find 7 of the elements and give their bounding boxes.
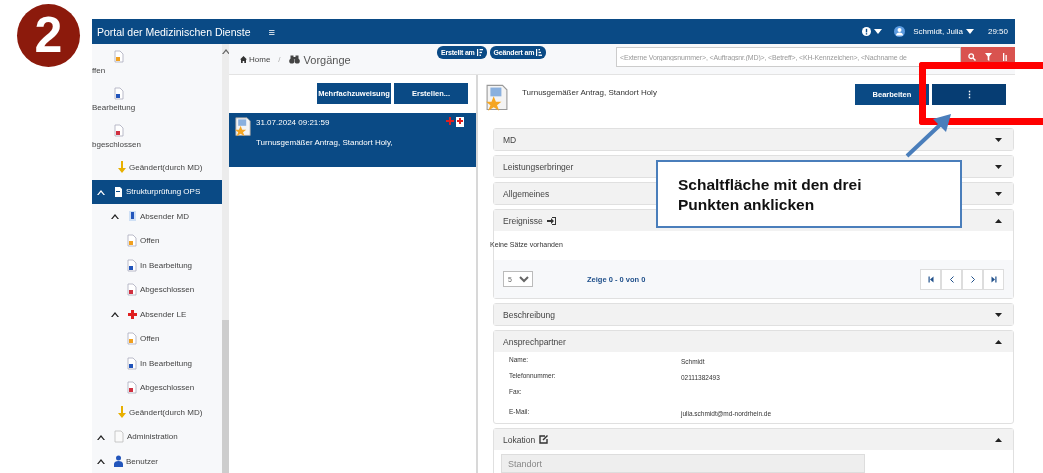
- callout-tooltip: Schaltfläche mit den drei Punkten anklicken: [656, 160, 962, 228]
- case-title: Turnusgemäßer Antrag, Standort Holy: [522, 87, 658, 99]
- breadcrumb-separator: /: [278, 55, 281, 64]
- page-title: Vorgänge: [303, 53, 351, 66]
- step-number-badge: 2: [17, 4, 80, 67]
- session-timer: 29:50: [987, 27, 1008, 36]
- app-title: Portal der Medizinischen Dienste: [97, 25, 251, 38]
